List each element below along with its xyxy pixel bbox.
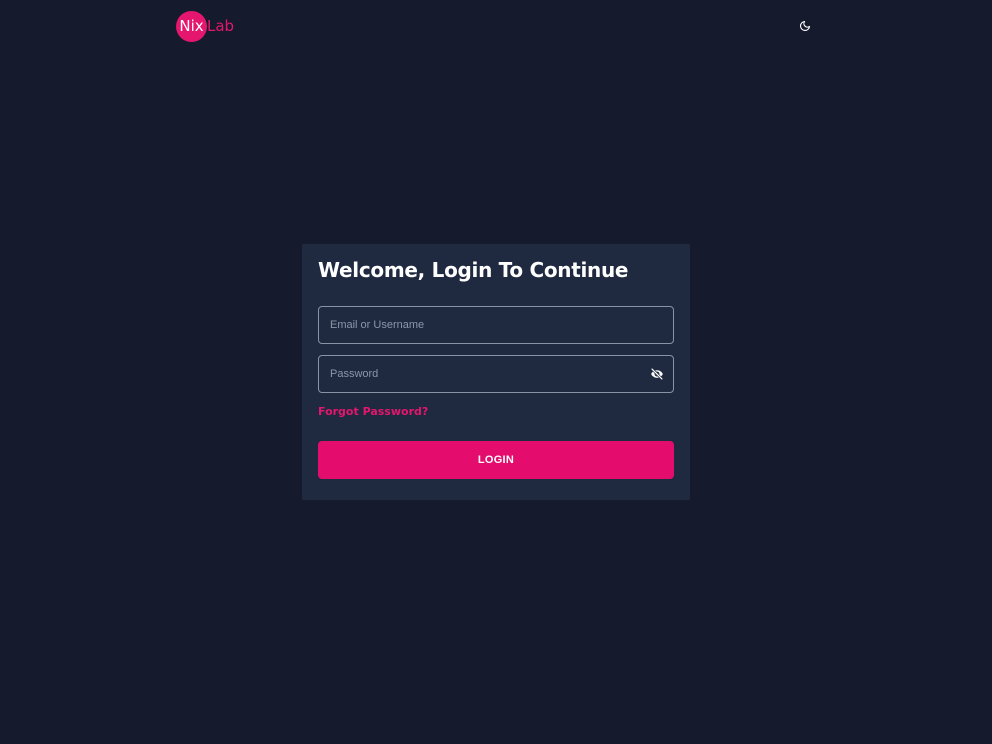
email-field[interactable] [318,306,674,344]
login-card: Welcome, Login To Continue Forgot Passwo… [302,244,690,500]
login-title: Welcome, Login To Continue [318,258,629,282]
top-bar: Nix Lab [0,0,992,52]
password-visibility-toggle[interactable] [649,366,665,382]
eye-off-icon [650,367,664,381]
login-button[interactable]: LOGIN [318,441,674,479]
logo-mark: Nix [176,10,207,42]
login-page: Nix Lab Welcome, Login To Continue Email… [0,0,992,744]
theme-toggle-button[interactable] [796,17,814,35]
logo-text: Lab [207,17,235,35]
email-input[interactable] [319,307,673,343]
password-input[interactable] [319,356,673,392]
logo[interactable]: Nix Lab [176,10,234,42]
moon-icon [799,20,811,32]
password-field[interactable] [318,355,674,393]
forgot-password-link[interactable]: Forgot Password? [318,404,428,420]
